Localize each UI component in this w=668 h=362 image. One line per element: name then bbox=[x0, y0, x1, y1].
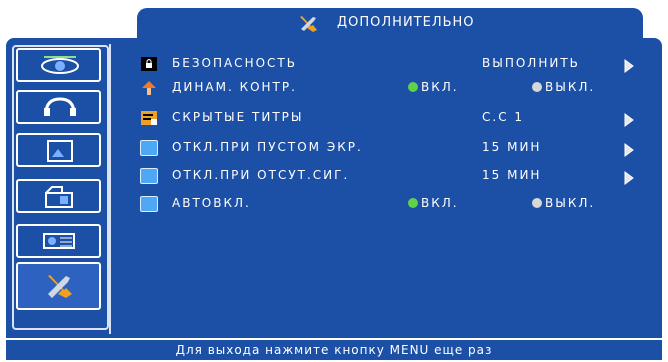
sidebar-item-image[interactable] bbox=[16, 48, 101, 82]
tools-icon bbox=[48, 275, 72, 298]
radio-selected-icon bbox=[408, 82, 418, 92]
radio-unselected-icon bbox=[532, 82, 542, 92]
lock-icon bbox=[141, 57, 157, 71]
item-bullet-icon bbox=[140, 168, 158, 184]
sidebar-item-projector[interactable] bbox=[16, 224, 101, 258]
option-off[interactable]: ВЫКЛ. bbox=[532, 80, 595, 94]
arrow-right-icon[interactable] bbox=[624, 59, 634, 73]
item-bullet-icon bbox=[140, 140, 158, 156]
captions-icon bbox=[141, 111, 157, 125]
radio-selected-icon bbox=[408, 198, 418, 208]
sidebar-item-settings[interactable] bbox=[16, 179, 101, 213]
page-title: ДОПОЛНИТЕЛЬНО bbox=[337, 15, 475, 30]
arrow-right-icon[interactable] bbox=[624, 113, 634, 127]
footer-hint: Для выхода нажмите кнопку MENU еще раз bbox=[6, 340, 662, 360]
projector-icon bbox=[43, 233, 75, 249]
sidebar-item-advanced[interactable] bbox=[16, 262, 101, 310]
sidebar-item-audio[interactable] bbox=[16, 90, 101, 124]
lamp-icon bbox=[142, 81, 156, 95]
option-off[interactable]: ВЫКЛ. bbox=[532, 196, 595, 210]
settings-box-icon bbox=[45, 186, 73, 208]
radio-unselected-icon bbox=[532, 198, 542, 208]
menu-row-security[interactable]: БЕЗОПАСНОСТЬ ВЫПОЛНИТЬ bbox=[140, 56, 660, 76]
option-on[interactable]: ВКЛ. bbox=[408, 80, 459, 94]
arrow-right-icon[interactable] bbox=[624, 171, 634, 185]
header-tab: ДОПОЛНИТЕЛЬНО bbox=[135, 6, 645, 38]
sidebar-item-picture[interactable] bbox=[16, 133, 101, 167]
picture-icon bbox=[47, 140, 73, 162]
menu-row-blank-off[interactable]: ОТКЛ.ПРИ ПУСТОМ ЭКР. 15 МИН bbox=[140, 140, 660, 160]
arrow-right-icon[interactable] bbox=[624, 143, 634, 157]
eye-icon bbox=[41, 56, 79, 74]
menu-row-captions[interactable]: СКРЫТЫЕ ТИТРЫ С.С 1 bbox=[140, 110, 660, 130]
item-bullet-icon bbox=[140, 196, 158, 212]
menu-row-nosignal-off[interactable]: ОТКЛ.ПРИ ОТСУТ.СИГ. 15 МИН bbox=[140, 168, 660, 188]
menu-row-auto-on[interactable]: АВТОВКЛ. ВКЛ. ВЫКЛ. bbox=[140, 196, 660, 216]
audio-icon bbox=[44, 97, 76, 116]
option-on[interactable]: ВКЛ. bbox=[408, 196, 459, 210]
menu-row-dynamic-contrast[interactable]: ДИНАМ. КОНТР. ВКЛ. ВЫКЛ. bbox=[140, 80, 660, 100]
tools-icon bbox=[300, 16, 317, 32]
